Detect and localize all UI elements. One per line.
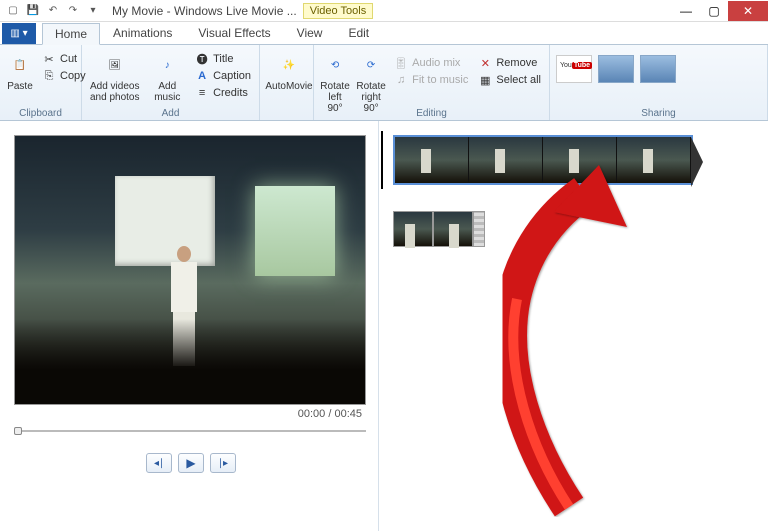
tab-view[interactable]: View [284,22,336,44]
quick-access-toolbar: ▢ 💾 ↶ ↷ ▾ [4,2,102,20]
seek-slider[interactable] [14,427,366,435]
window-title: My Movie - Windows Live Movie ... [112,4,297,18]
current-time: 00:00 [298,408,326,420]
title-icon: 🅣 [195,52,209,66]
select-all-button[interactable]: ▦Select all [476,72,543,88]
audio-track-icon [473,211,485,247]
cut-button[interactable]: ✂Cut [40,51,88,67]
select-all-icon: ▦ [478,73,492,87]
rotate-left-icon: ⟲ [321,51,349,79]
close-button[interactable]: ✕ [728,1,768,21]
rotate-right-icon: ⟳ [357,51,385,79]
contextual-tab-label[interactable]: Video Tools [303,3,373,19]
credits-button[interactable]: ≡Credits [193,85,253,101]
video-clip-secondary[interactable] [393,211,758,247]
file-tab[interactable]: ▥ ▾ [2,23,36,44]
tab-home[interactable]: Home [42,23,100,45]
credits-icon: ≡ [195,86,209,100]
fit-to-music-button[interactable]: ♫Fit to music [392,72,470,88]
preview-pane: 00:00 / 00:45 ◂∣ ▶ ∣▸ [0,121,378,531]
photo-stack-icon: 🖼 [101,51,129,79]
audio-mix-button[interactable]: 🎚Audio mix [392,55,470,71]
caption-button[interactable]: ACaption [193,68,253,84]
playhead[interactable] [381,131,383,189]
paste-label: Paste [7,81,33,92]
share-screen2-button[interactable] [640,55,676,83]
fit-music-icon: ♫ [394,73,408,87]
ribbon: 📋 Paste ✂Cut ⎘Copy Clipboard 🖼 Add video… [0,45,768,121]
window-controls: — ▢ ✕ [672,1,768,21]
total-time: 00:45 [334,408,362,420]
share-screen1-button[interactable] [598,55,634,83]
time-display: 00:00 / 00:45 [14,405,368,423]
copy-icon: ⎘ [42,69,56,83]
next-frame-button[interactable]: ∣▸ [210,453,236,473]
audio-mix-icon: 🎚 [394,56,408,70]
clipboard-icon: 📋 [6,51,34,79]
title-button[interactable]: 🅣Title [193,51,253,67]
group-label: Sharing [550,108,767,119]
tab-visual-effects[interactable]: Visual Effects [185,22,283,44]
copy-button[interactable]: ⎘Copy [40,68,88,84]
share-youtube-button[interactable]: YouTube [556,55,592,83]
play-button[interactable]: ▶ [178,453,204,473]
seek-thumb[interactable] [14,427,22,435]
tab-animations[interactable]: Animations [100,22,185,44]
prev-frame-button[interactable]: ◂∣ [146,453,172,473]
app-menu-icon[interactable]: ▢ [4,2,22,20]
group-clipboard: 📋 Paste ✂Cut ⎘Copy Clipboard [0,45,82,120]
group-label: Editing [314,108,549,119]
caption-icon: A [195,69,209,83]
timeline-pane[interactable] [378,121,768,531]
workspace: 00:00 / 00:45 ◂∣ ▶ ∣▸ [0,121,768,531]
titlebar: ▢ 💾 ↶ ↷ ▾ My Movie - Windows Live Movie … [0,0,768,22]
playback-controls: ◂∣ ▶ ∣▸ [14,453,368,473]
undo-icon[interactable]: ↶ [44,2,62,20]
video-preview[interactable] [14,135,366,405]
minimize-button[interactable]: — [672,1,700,21]
redo-icon[interactable]: ↷ [64,2,82,20]
wand-icon: ✨ [275,51,303,79]
group-label: Clipboard [0,108,81,119]
remove-button[interactable]: ✕Remove [476,55,543,71]
delete-icon: ✕ [478,56,492,70]
group-automovie: ✨ AutoMovie [260,45,314,120]
group-label: Add [82,108,259,119]
qat-dropdown-icon[interactable]: ▾ [84,2,102,20]
music-note-icon: ♪ [153,51,181,79]
scissors-icon: ✂ [42,52,56,66]
tab-edit[interactable]: Edit [335,22,382,44]
video-clip-main[interactable] [393,135,693,185]
maximize-button[interactable]: ▢ [700,1,728,21]
group-sharing: YouTube Sharing [550,45,768,120]
ribbon-tabs: ▥ ▾ Home Animations Visual Effects View … [0,22,768,45]
group-add: 🖼 Add videos and photos ♪ Add music 🅣Tit… [82,45,260,120]
group-editing: ⟲ Rotate left 90° ⟳ Rotate right 90° 🎚Au… [314,45,550,120]
save-icon[interactable]: 💾 [24,2,42,20]
